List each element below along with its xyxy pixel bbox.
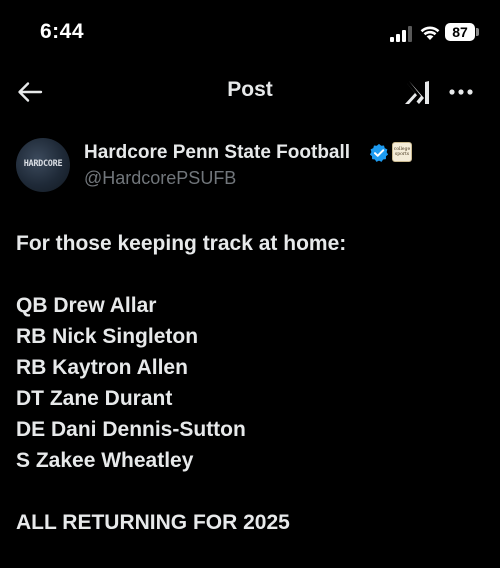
author-display-name[interactable]: Hardcore Penn State Football [84,142,350,164]
grok-button[interactable] [400,76,434,108]
avatar-logo-text: HARDCORE [23,159,63,169]
line-break [16,259,486,290]
wifi-icon [419,23,441,41]
avatar[interactable]: HARDCORE [16,138,70,192]
more-horizontal-icon [449,89,473,95]
player-line: S Zakee Wheatley [16,449,194,472]
affiliate-badge-icon[interactable]: college sports [392,142,412,162]
battery-icon: 87 [445,23,475,41]
post-text: For those keeping track at home: QB Drew… [16,228,486,538]
cellular-signal-icon [390,26,412,42]
player-line: QB Drew Allar [16,294,157,317]
player-line: RB Kaytron Allen [16,356,188,379]
player-line: RB Nick Singleton [16,325,199,348]
more-options-button[interactable] [444,76,478,108]
author-handle[interactable]: @HardcorePSUFB [84,168,236,189]
status-bar: 6:44 87 [0,0,500,64]
verified-badge-icon [369,143,389,162]
post-intro-line: For those keeping track at home: [16,232,347,255]
player-line: DT Zane Durant [16,387,173,410]
app-frame: 6:44 87 Post HARDCORE Hardcore Penn Stat… [0,0,500,568]
nav-header: Post [0,64,500,120]
grok-icon [405,81,429,104]
player-line: DE Dani Dennis-Sutton [16,418,246,441]
post-author: HARDCORE Hardcore Penn State Football co… [0,134,500,204]
battery-cap [476,28,479,36]
status-time: 6:44 [40,20,85,43]
line-break [16,476,486,507]
post-closing-line: ALL RETURNING FOR 2025 [16,511,290,534]
